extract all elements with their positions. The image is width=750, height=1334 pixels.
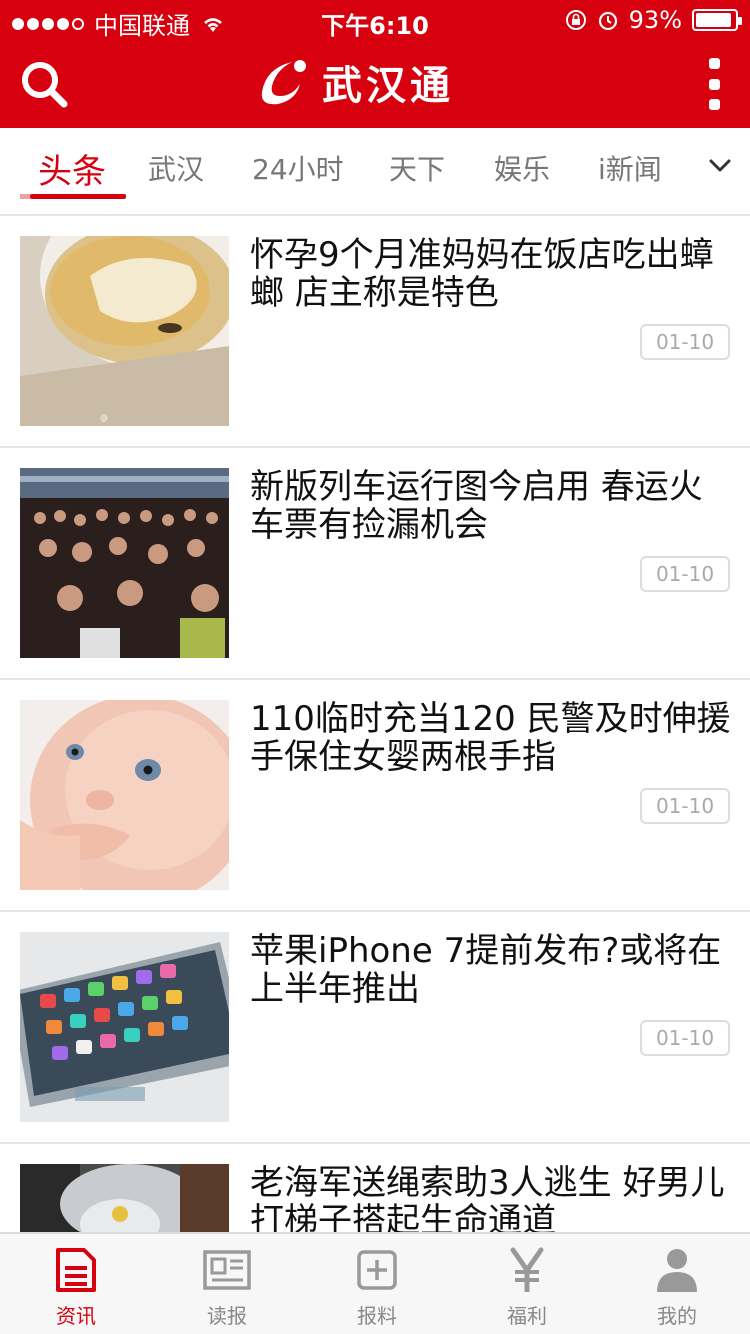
news-title: 110临时充当120 民警及时伸援手保住女婴两根手指 [250,699,731,777]
status-bar: 中国联通 下午6:10 93% [0,0,750,40]
list-item[interactable]: @ 怀孕9个月准妈妈在饭店吃出蟑螂 店主称是特色 01-10 [0,216,750,448]
tabbar-label: 我的 [657,1304,697,1328]
rotation-lock-icon [565,10,586,30]
tabbar-label: 资讯 [56,1304,96,1328]
tabbar-label: 读报 [207,1304,247,1328]
header: 中国联通 下午6:10 93% 武汉通 [0,0,750,128]
list-item[interactable]: 新版列车运行图今启用 春运火车票有捡漏机会 01-10 [0,448,750,680]
tabbar-item-me[interactable]: 我的 [622,1242,732,1332]
list-item[interactable]: 110临时充当120 民警及时伸援手保住女婴两根手指 01-10 [0,680,750,912]
tabbar-item-news[interactable]: 资讯 [21,1242,131,1332]
logo-text: 武汉通 [322,63,454,109]
news-date-badge: 01-10 [640,556,730,592]
tab-entertainment[interactable]: 娱乐 [494,148,550,188]
battery-fill [696,13,732,27]
yen-icon [510,1247,544,1292]
tab-underline-tail [20,194,30,199]
news-title: 苹果iPhone 7提前发布?或将在上半年推出 [250,931,722,1009]
news-thumbnail-crowd [20,468,229,658]
news-thumbnail-soup: @ [20,236,229,426]
list-item[interactable]: 苹果iPhone 7提前发布?或将在上半年推出 01-10 [0,912,750,1144]
battery-percent: 93% [628,6,682,34]
category-tabs: 头条 武汉 24小时 天下 娱乐 i新闻 [0,128,750,216]
battery-icon [692,9,742,31]
plus-square-icon [357,1250,397,1290]
tab-headlines[interactable]: 头条 [38,144,106,193]
tab-world[interactable]: 天下 [389,148,445,188]
news-thumbnail-baby [20,700,229,890]
navbar: 武汉通 [0,40,750,128]
tab-inews[interactable]: i新闻 [598,148,662,188]
news-title: 怀孕9个月准妈妈在饭店吃出蟑螂 店主称是特色 [250,235,714,313]
tabbar-item-welfare[interactable]: 福利 [472,1242,582,1332]
status-right: 93% [565,6,742,34]
tab-24h[interactable]: 24小时 [252,148,344,188]
tab-wuhan[interactable]: 武汉 [148,148,204,188]
app-root: 中国联通 下午6:10 93% 武汉通 头条 武汉 24小时 天下 娱乐 i新闻… [0,0,750,1334]
news-thumbnail-fire [20,1164,229,1232]
news-date-badge: 01-10 [640,788,730,824]
tabbar-item-report[interactable]: 报料 [322,1242,432,1332]
search-icon[interactable] [18,58,70,110]
tabbar-label: 报料 [357,1304,397,1328]
more-vertical-icon[interactable] [706,58,722,110]
newspaper-icon [203,1250,251,1290]
user-icon [657,1249,697,1292]
news-list: @ 怀孕9个月准妈妈在饭店吃出蟑螂 店主称是特色 01-10 新版列车运行图今启… [0,216,750,1232]
tabbar-item-newspaper[interactable]: 读报 [172,1242,282,1332]
chevron-down-icon[interactable] [708,154,732,178]
svg-text:@: @ [100,413,108,422]
app-logo: 武汉通 [256,50,496,114]
active-tab-underline [30,194,126,199]
news-title: 新版列车运行图今启用 春运火车票有捡漏机会 [250,467,703,545]
tabbar-label: 福利 [507,1304,547,1328]
logo-icon [261,60,306,105]
news-thumbnail-iphone [20,932,229,1122]
news-date-badge: 01-10 [640,1020,730,1056]
news-date-badge: 01-10 [640,324,730,360]
alarm-icon [598,11,617,31]
news-doc-icon [56,1248,96,1292]
bottom-tab-bar: 资讯 读报 报料 福利 我的 [0,1232,750,1334]
news-title: 老海军送绳索助3人逃生 好男儿打梯子搭起生命通道 [250,1163,725,1232]
list-item[interactable]: 老海军送绳索助3人逃生 好男儿打梯子搭起生命通道 [0,1144,750,1232]
